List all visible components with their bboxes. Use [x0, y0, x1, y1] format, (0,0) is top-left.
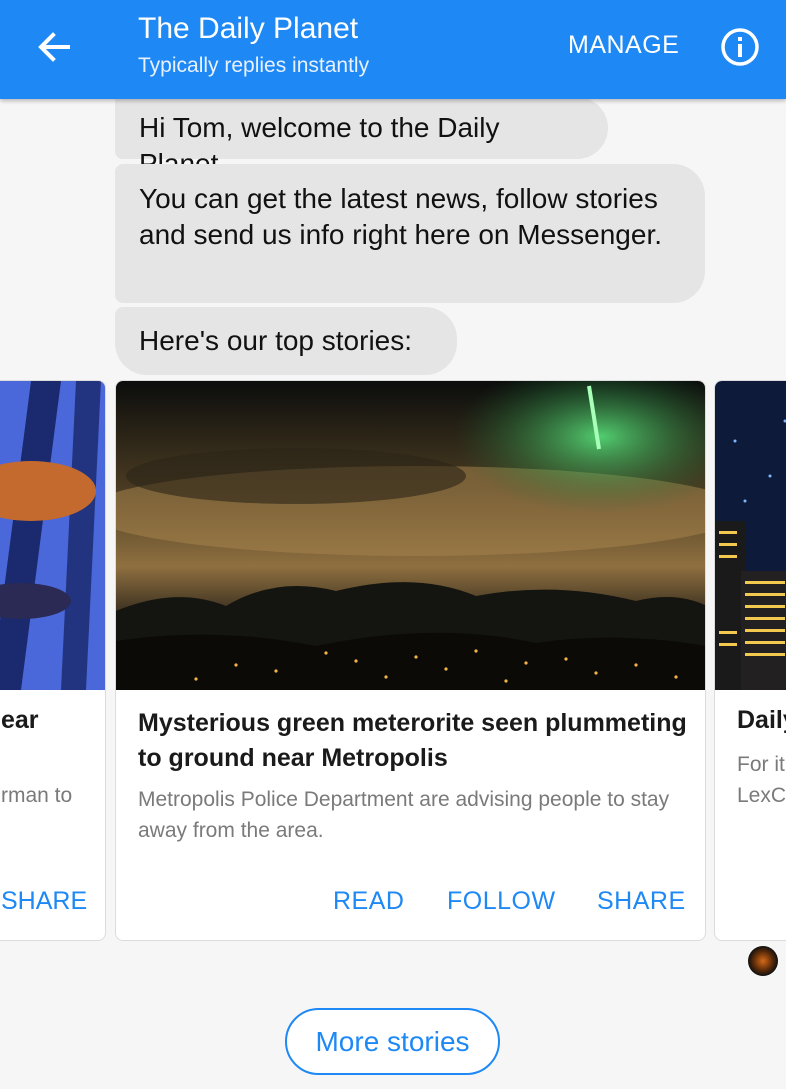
- story-subtitle: Metropolis Police Department are advisin…: [138, 788, 670, 842]
- story-title: Daily: [737, 706, 786, 734]
- story-title: ear: [1, 706, 39, 734]
- bot-avatar: [748, 946, 778, 976]
- manage-button[interactable]: MANAGE: [568, 31, 679, 60]
- page-subtitle: Typically replies instantly: [138, 54, 370, 77]
- story-card-previous[interactable]: ear rman to SHARE: [0, 380, 106, 941]
- story-image: [116, 381, 705, 690]
- story-image: [715, 381, 786, 690]
- story-card-next[interactable]: Daily For it LexC: [714, 380, 786, 941]
- message-bubble: Hi Tom, welcome to the Daily Planet.: [115, 97, 608, 179]
- follow-button[interactable]: FOLLOW: [447, 887, 556, 916]
- story-subtitle: For it LexC: [737, 749, 786, 811]
- story-title: Mysterious green meterorite seen plummet…: [138, 709, 687, 772]
- story-card[interactable]: Mysterious green meterorite seen plummet…: [115, 380, 706, 941]
- message-bubble: Here's our top stories:: [115, 307, 457, 375]
- share-button[interactable]: SHARE: [597, 887, 686, 916]
- story-subtitle-line: LexC: [737, 784, 786, 807]
- back-button[interactable]: [28, 24, 80, 70]
- story-image: [0, 381, 105, 690]
- chat-header: The Daily Planet Typically replies insta…: [0, 0, 786, 99]
- message-bubble: You can get the latest news, follow stor…: [115, 164, 705, 303]
- page-title: The Daily Planet: [138, 12, 359, 45]
- info-icon: [721, 28, 759, 66]
- info-button[interactable]: [719, 26, 761, 68]
- more-stories-button[interactable]: More stories: [285, 1008, 500, 1075]
- story-subtitle: rman to: [1, 784, 73, 807]
- arrow-left-icon: [38, 32, 70, 62]
- story-subtitle-line: For it: [737, 753, 785, 776]
- share-button[interactable]: SHARE: [1, 887, 87, 916]
- read-button[interactable]: READ: [333, 887, 404, 916]
